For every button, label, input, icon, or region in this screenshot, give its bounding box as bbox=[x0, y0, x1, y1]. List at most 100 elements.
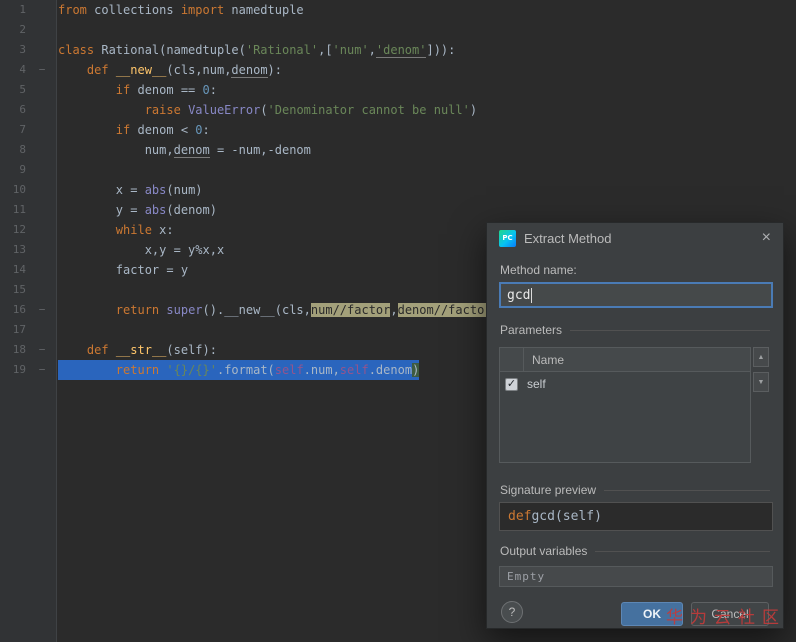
parameter-checkbox[interactable]: ✓ bbox=[505, 377, 518, 391]
line-number: 9 bbox=[19, 163, 26, 176]
code-line-content: num,denom = -num,-denom bbox=[58, 140, 311, 160]
code-token: , bbox=[368, 43, 376, 57]
code-token: self bbox=[274, 363, 304, 377]
code-line-content: y = abs(denom) bbox=[58, 200, 217, 220]
code-token: def bbox=[86, 63, 109, 77]
code-token: return bbox=[115, 303, 160, 317]
help-button[interactable]: ? bbox=[501, 601, 523, 623]
code-line-4[interactable]: 4− def __new__(cls,num,denom): bbox=[0, 60, 796, 80]
code-token: x = bbox=[58, 183, 145, 197]
line-number: 15 bbox=[12, 283, 26, 296]
code-line-content: def __new__(cls,num,denom): bbox=[58, 60, 282, 80]
output-variables-box: Empty bbox=[499, 566, 773, 587]
fold-marker-icon[interactable]: − bbox=[26, 60, 58, 80]
code-line-1[interactable]: 1 from collections import namedtuple bbox=[0, 0, 796, 20]
line-number: 2 bbox=[19, 23, 26, 36]
parameter-row[interactable]: ✓ self bbox=[500, 372, 750, 396]
code-token: if bbox=[115, 83, 131, 97]
parameter-name: self bbox=[527, 377, 546, 391]
code-token: denom == bbox=[130, 83, 203, 97]
code-token: 0 bbox=[195, 123, 203, 137]
code-line-3[interactable]: 3 class Rational(namedtuple('Rational',['… bbox=[0, 40, 796, 60]
code-token: class bbox=[58, 43, 95, 57]
code-line-content: if denom == 0: bbox=[58, 80, 217, 100]
code-token: super bbox=[166, 303, 203, 317]
code-token: 'Denominator cannot be null' bbox=[267, 103, 470, 117]
code-line-5[interactable]: 5 if denom == 0: bbox=[0, 80, 796, 100]
pycharm-window: 1 from collections import namedtuple 2 3 cla… bbox=[0, 0, 796, 642]
down-arrow-icon: ▼ bbox=[757, 378, 765, 386]
code-token: '{}/{}' bbox=[166, 363, 217, 377]
pycharm-icon: PC bbox=[499, 229, 516, 247]
code-token: ])): bbox=[426, 43, 456, 57]
up-arrow-icon: ▲ bbox=[757, 353, 765, 361]
signature-preview-box: def gcd(self) bbox=[499, 502, 773, 531]
code-token: .num, bbox=[303, 363, 340, 377]
line-number: 4 bbox=[19, 63, 26, 76]
line-number: 8 bbox=[19, 143, 26, 156]
code-token: if bbox=[115, 123, 131, 137]
code-token: x: bbox=[151, 223, 174, 237]
code-line-content: return super().__new__(cls,num//factor,d… bbox=[58, 300, 499, 320]
reorder-controls: ▲ ▼ bbox=[753, 347, 769, 463]
code-token: 'denom' bbox=[375, 43, 427, 58]
code-token: 'num' bbox=[332, 43, 369, 57]
method-name-input[interactable]: gcd bbox=[499, 282, 773, 308]
code-line-2[interactable]: 2 bbox=[0, 20, 796, 40]
code-line-content: raise ValueError('Denominator cannot be … bbox=[58, 100, 477, 120]
code-token: denom bbox=[231, 63, 268, 78]
line-number: 10 bbox=[12, 183, 26, 196]
fold-marker-icon[interactable]: − bbox=[26, 300, 58, 320]
line-number: 3 bbox=[19, 43, 26, 56]
checkbox-column-header bbox=[500, 348, 524, 371]
code-line-7[interactable]: 7 if denom < 0: bbox=[0, 120, 796, 140]
fold-marker-icon[interactable]: − bbox=[26, 340, 58, 360]
line-number: 7 bbox=[19, 123, 26, 136]
text-caret bbox=[531, 287, 533, 303]
line-number: 11 bbox=[12, 203, 26, 216]
code-token: denom < bbox=[130, 123, 196, 137]
code-token: __new__ bbox=[108, 63, 167, 77]
code-line-11[interactable]: 11 y = abs(denom) bbox=[0, 200, 796, 220]
fold-marker-icon[interactable]: − bbox=[26, 360, 58, 380]
watermark-text: 华为云社区 bbox=[666, 608, 786, 628]
code-line-content: class Rational(namedtuple('Rational',['n… bbox=[58, 40, 455, 60]
code-line-content: while x: bbox=[58, 220, 174, 240]
move-up-button[interactable]: ▲ bbox=[753, 347, 769, 367]
code-token: __str__ bbox=[108, 343, 167, 357]
close-icon[interactable]: × bbox=[762, 230, 771, 246]
code-line-content: factor = y bbox=[58, 260, 188, 280]
output-variables-separator: Output variables bbox=[500, 544, 770, 558]
code-token: ().__new__(cls, bbox=[202, 303, 311, 317]
code-line-9[interactable]: 9 bbox=[0, 160, 796, 180]
code-token: collections bbox=[86, 3, 181, 17]
code-token: denom bbox=[173, 143, 210, 158]
move-down-button[interactable]: ▼ bbox=[753, 372, 769, 392]
column-header-name: Name bbox=[532, 352, 565, 367]
code-token: self bbox=[339, 363, 369, 377]
code-token: raise bbox=[144, 103, 181, 117]
code-token: , bbox=[390, 303, 398, 317]
code-token: while bbox=[115, 223, 152, 237]
code-line-10[interactable]: 10 x = abs(num) bbox=[0, 180, 796, 200]
signature-preview-label: Signature preview bbox=[500, 483, 597, 497]
extract-method-dialog: PC Extract Method × Method name: gcd Par… bbox=[486, 222, 784, 629]
code-token: .format( bbox=[216, 363, 275, 377]
parameters-separator: Parameters bbox=[500, 323, 770, 337]
code-token: ) bbox=[412, 363, 420, 377]
code-line-content: from collections import namedtuple bbox=[58, 0, 304, 20]
code-line-8[interactable]: 8 num,denom = -num,-denom bbox=[0, 140, 796, 160]
code-token: def bbox=[86, 343, 109, 357]
code-token: num//factor bbox=[310, 303, 391, 317]
code-token: from bbox=[58, 3, 87, 17]
code-line-6[interactable]: 6 raise ValueError('Denominator cannot b… bbox=[0, 100, 796, 120]
line-number: 1 bbox=[19, 3, 26, 16]
dialog-title-bar[interactable]: PC Extract Method × bbox=[487, 223, 783, 253]
code-token: y = bbox=[58, 203, 145, 217]
dialog-title: Extract Method bbox=[524, 230, 612, 246]
